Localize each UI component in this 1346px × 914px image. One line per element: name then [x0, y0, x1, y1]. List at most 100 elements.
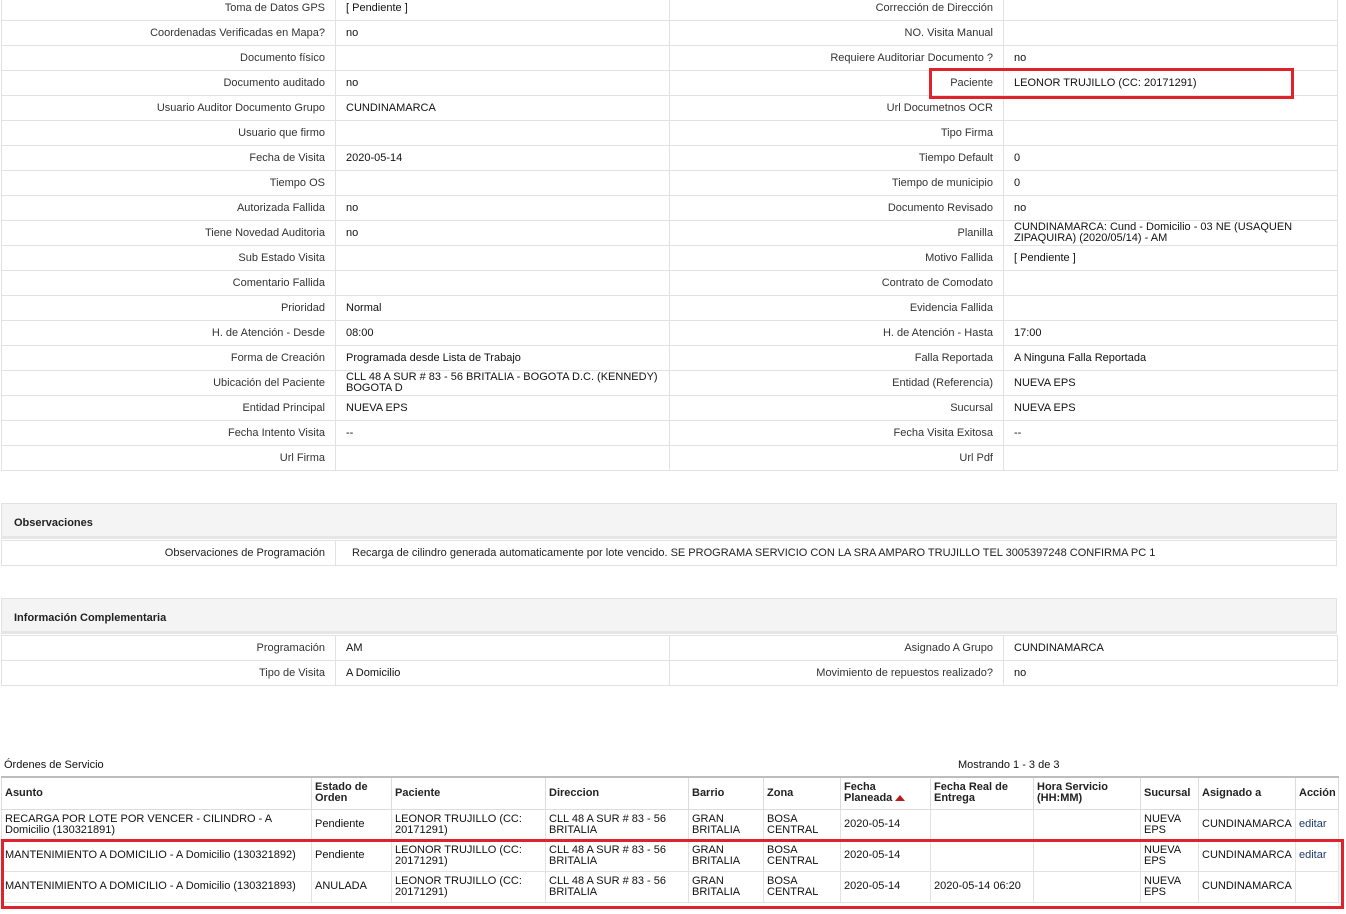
detail-row: Sub Estado Visita Motivo Fallida[ Pendien… — [1, 245, 1338, 271]
cell-estado: ANULADA — [311, 870, 392, 903]
tipo-de-visita-label: Tipo de Visita — [1, 660, 336, 686]
table-row: MANTENIMIENTO A DOMICILIO - A Domicilio … — [1, 870, 1339, 903]
cell-sucursal: NUEVA EPS — [1140, 839, 1199, 872]
column-header-label: Hora Servicio (HH:MM) — [1037, 781, 1108, 805]
detail-row: Url Firma Url Pdf — [1, 445, 1338, 471]
column-header-accion[interactable]: Acción — [1295, 776, 1339, 810]
column-header-fecha-real-de-entrega[interactable]: Fecha Real de Entrega — [930, 776, 1034, 810]
usuario-que-firmo-label: Usuario que firmo — [1, 120, 336, 146]
cell-asignado: CUNDINAMARCA — [1198, 839, 1296, 872]
movimiento-de-repuestos-realizado-label: Movimiento de repuestos realizado? — [669, 660, 1004, 686]
complementaria-body: Programación AM Asignado A Grupo CUNDINAMAR… — [1, 635, 1338, 686]
asignado-a-grupo-value: CUNDINAMARCA — [1003, 635, 1338, 661]
edit-link[interactable]: editar — [1299, 849, 1327, 861]
column-header-label: Asunto — [5, 786, 43, 799]
tiempo-default-value: 0 — [1003, 145, 1338, 171]
ordenes-title: Órdenes de Servicio — [4, 759, 104, 771]
fecha-de-visita-label: Fecha de Visita — [1, 145, 336, 171]
motivo-fallida-value: [ Pendiente ] — [1003, 245, 1338, 271]
fecha-visita-exitosa-label: Fecha Visita Exitosa — [669, 420, 1004, 446]
cell-zona: BOSA CENTRAL — [763, 870, 841, 903]
column-header-paciente[interactable]: Paciente — [391, 776, 546, 810]
tiempo-default-label: Tiempo Default — [669, 145, 1004, 171]
detail-row: Usuario que firmo Tipo Firma — [1, 120, 1338, 146]
fecha-visita-exitosa-value: -- — [1003, 420, 1338, 446]
falla-reportada-value: A Ninguna Falla Reportada — [1003, 345, 1338, 371]
documento-fisico-label: Documento físico — [1, 45, 336, 71]
sucursal-label: Sucursal — [669, 395, 1004, 421]
forma-de-creacion-value: Programada desde Lista de Trabajo — [335, 345, 670, 371]
tiempo-de-municipio-label: Tiempo de municipio — [669, 170, 1004, 196]
forma-de-creacion-label: Forma de Creación — [1, 345, 336, 371]
column-header-estado-de-orden[interactable]: Estado de Orden — [311, 776, 392, 810]
evidencia-fallida-value — [1003, 295, 1338, 321]
column-header-hora-servicio-hh-mm[interactable]: Hora Servicio (HH:MM) — [1033, 776, 1141, 810]
detail-row: Tiene Novedad Auditoria no Planilla CUNDIN… — [1, 220, 1338, 246]
cell-paciente: LEONOR TRUJILLO (CC: 20171291) — [391, 808, 546, 841]
cell-fecha-planeada: 2020-05-14 — [840, 839, 931, 872]
evidencia-fallida-label: Evidencia Fallida — [669, 295, 1004, 321]
cell-fecha-real — [930, 839, 1034, 872]
column-header-asunto[interactable]: Asunto — [1, 776, 312, 810]
edit-link[interactable]: editar — [1299, 818, 1327, 830]
column-header-label: Fecha Planeada — [844, 781, 893, 805]
column-header-label: Sucursal — [1144, 786, 1191, 799]
cell-sucursal: NUEVA EPS — [1140, 808, 1199, 841]
documento-revisado-label: Documento Revisado — [669, 195, 1004, 221]
column-header-direccion[interactable]: Direccion — [545, 776, 689, 810]
column-header-asignado-a[interactable]: Asignado a — [1198, 776, 1296, 810]
column-header-label: Zona — [767, 786, 794, 799]
cell-hora — [1033, 839, 1141, 872]
cell-fecha-planeada: 2020-05-14 — [840, 870, 931, 903]
usuario-que-firmo-value — [335, 120, 670, 146]
ubicacion-del-paciente-value: CLL 48 A SUR # 83 - 56 BRITALIA - BOGOTA… — [335, 370, 670, 396]
url-documetnos-ocr-label: Url Documetnos OCR — [669, 95, 1004, 121]
url-documetnos-ocr-value — [1003, 95, 1338, 121]
fecha-intento-visita-value: -- — [335, 420, 670, 446]
contrato-de-comodato-label: Contrato de Comodato — [669, 270, 1004, 296]
requiere-auditoriar-documento-label: Requiere Auditoriar Documento ? — [669, 45, 1004, 71]
sub-estado-visita-label: Sub Estado Visita — [1, 245, 336, 271]
column-header-sucursal[interactable]: Sucursal — [1140, 776, 1199, 810]
detail-row: Autorizada Fallida no Documento Revisado … — [1, 195, 1338, 221]
visit-details-table: Toma de Datos GPS[ Pendiente ] Corrección… — [1, 0, 1338, 471]
planilla-label: Planilla — [669, 220, 1004, 246]
usuario-auditor-documento-grupo-label: Usuario Auditor Documento Grupo — [1, 95, 336, 121]
column-header-label: Asignado a — [1202, 786, 1262, 799]
detail-row: Ubicación del Paciente CLL 48 A SUR # 83 … — [1, 370, 1338, 396]
no-visita-manual-label: NO. Visita Manual — [669, 20, 1004, 46]
comp-row: Programación AM Asignado A Grupo CUNDINAMAR… — [1, 635, 1338, 661]
prioridad-label: Prioridad — [1, 295, 336, 321]
observaciones-table: Observaciones de Programación Recarga de… — [1, 540, 1337, 566]
cell-barrio: GRAN BRITALIA — [688, 808, 764, 841]
cell-barrio: GRAN BRITALIA — [688, 870, 764, 903]
complementaria-header: Información Complementaria — [1, 598, 1337, 634]
cell-paciente: LEONOR TRUJILLO (CC: 20171291) — [391, 839, 546, 872]
programacion-label: Programación — [1, 635, 336, 661]
tipo-de-visita-value: A Domicilio — [335, 660, 670, 686]
documento-auditado-value: no — [335, 70, 670, 96]
ordenes-header-row: Asunto Estado de Orden Paciente Direccion Ba… — [1, 776, 1339, 810]
column-header-zona[interactable]: Zona — [763, 776, 841, 810]
tipo-firma-value — [1003, 120, 1338, 146]
requiere-auditoriar-documento-value: no — [1003, 45, 1338, 71]
tiempo-os-label: Tiempo OS — [1, 170, 336, 196]
column-header-barrio[interactable]: Barrio — [688, 776, 764, 810]
tiempo-os-value — [335, 170, 670, 196]
cell-paciente: LEONOR TRUJILLO (CC: 20171291) — [391, 870, 546, 903]
cell-hora — [1033, 808, 1141, 841]
autorizada-fallida-label: Autorizada Fallida — [1, 195, 336, 221]
sort-asc-icon[interactable] — [895, 795, 906, 802]
motivo-fallida-label: Motivo Fallida — [669, 245, 1004, 271]
url-pdf-label: Url Pdf — [669, 445, 1004, 471]
url-firma-value — [335, 445, 670, 471]
column-header-fecha-planeada[interactable]: Fecha Planeada — [840, 776, 931, 810]
h-de-atencion-desde-value: 08:00 — [335, 320, 670, 346]
entidad-referencia-value: NUEVA EPS — [1003, 370, 1338, 396]
column-header-label: Fecha Real de Entrega — [934, 781, 1008, 805]
programacion-value: AM — [335, 635, 670, 661]
movimiento-de-repuestos-realizado-value: no — [1003, 660, 1338, 686]
cell-zona: BOSA CENTRAL — [763, 839, 841, 872]
cell-asunto: RECARGA POR LOTE POR VENCER - CILINDRO -… — [1, 808, 312, 841]
complementaria-table: Programación AM Asignado A Grupo CUNDINAMAR… — [1, 635, 1338, 686]
